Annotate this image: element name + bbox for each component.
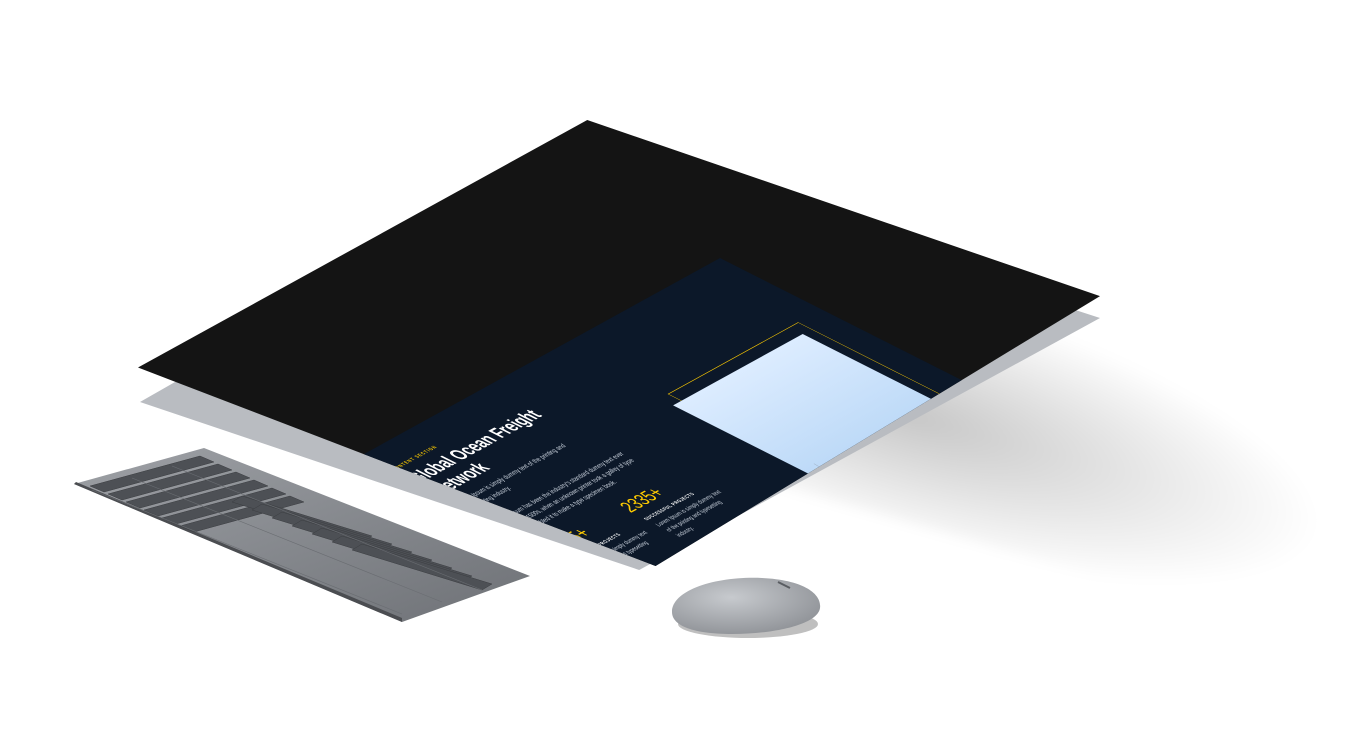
page-header-banner: Home » Services » Ocean Shipments [480,258,720,357]
breadcrumb: Home » Services » Ocean Shipments [618,258,708,303]
keyboard [74,448,530,622]
breadcrumb-current: Ocean Shipments [664,258,709,277]
breadcrumb-separator: » [633,288,644,295]
mouse [672,577,821,638]
breadcrumb-home[interactable]: Home [618,292,638,303]
breadcrumb-services[interactable]: Services [639,278,664,292]
breadcrumb-separator: » [659,274,670,280]
mockup-stage: Home » Services » Ocean Shipments CONTEN… [0,0,1364,752]
